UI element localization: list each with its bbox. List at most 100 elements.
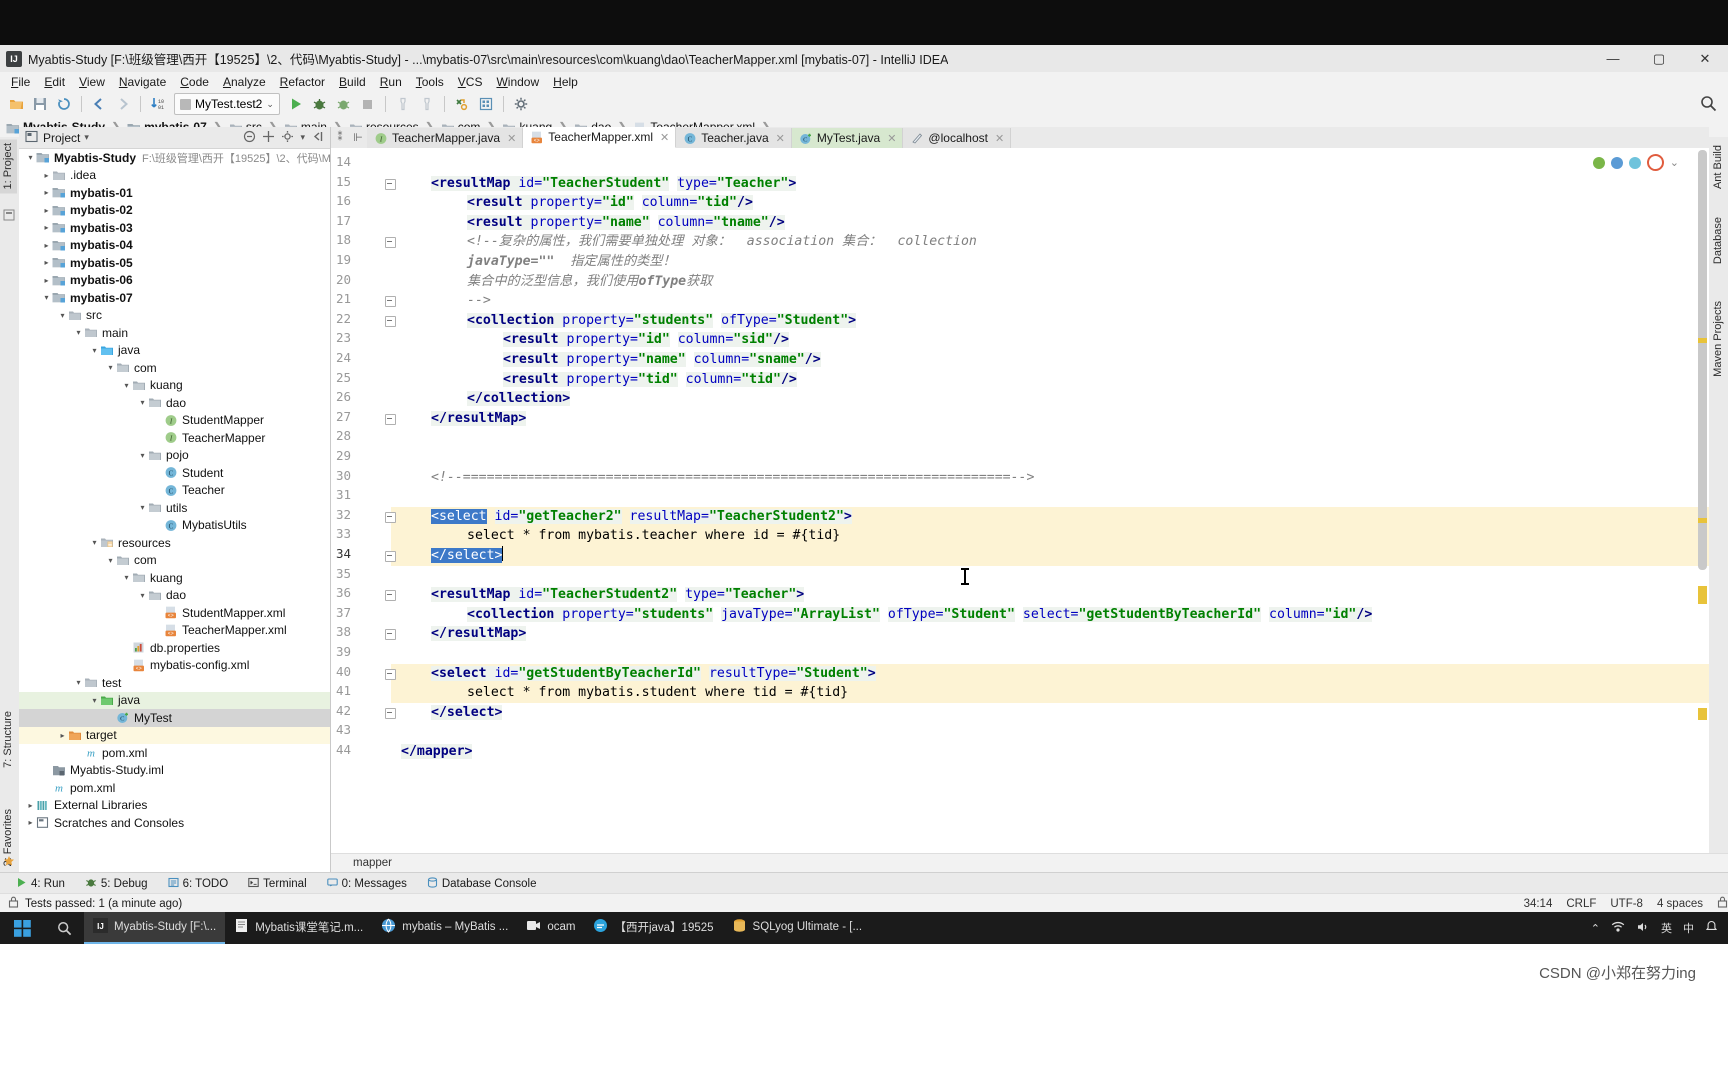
chevron-down-icon[interactable]: ▾ xyxy=(137,450,148,461)
ime-chinese-label[interactable]: 英 xyxy=(1661,920,1672,936)
code-editor[interactable]: 14 15 16 17 18 19 20 21 22 23 24 25 26 27 28 29 30 31 32 33… xyxy=(331,148,1709,854)
close-icon[interactable]: ✕ xyxy=(660,131,669,144)
tree-node-mybatis-07[interactable]: ▾ mybatis-07 xyxy=(19,289,330,307)
code-line[interactable]: <!--复杂的属性，我们需要单独处理 对象： association 集合： c… xyxy=(467,232,977,252)
taskbar-item-sqlyog-ultimate-------[interactable]: SQLyog Ultimate - [... xyxy=(723,912,872,944)
menu-item-view[interactable]: View xyxy=(72,74,112,90)
sidebar-item-project[interactable]: 1: Project xyxy=(0,139,17,194)
taskbar-search-icon[interactable] xyxy=(44,912,84,944)
line-separator[interactable]: CRLF xyxy=(1566,898,1596,910)
menu-item-run[interactable]: Run xyxy=(373,74,409,90)
menu-item-edit[interactable]: Edit xyxy=(37,74,72,90)
forward-icon[interactable] xyxy=(112,93,134,115)
tab-teachermapper-java[interactable]: I TeacherMapper.java ✕ xyxy=(367,128,524,148)
close-icon[interactable]: ✕ xyxy=(776,132,785,145)
tree-node-teachermapper[interactable]: I TeacherMapper xyxy=(19,429,330,447)
tree-node-mybatisutils[interactable]: C MybatisUtils xyxy=(19,517,330,535)
close-icon[interactable]: ✕ xyxy=(995,132,1004,145)
chevron-right-icon[interactable]: ▸ xyxy=(25,800,36,811)
code-line[interactable]: </mapper> xyxy=(401,742,473,762)
tree-node-src[interactable]: ▾ src xyxy=(19,307,330,325)
tree-node-mybatis-06[interactable]: ▸ mybatis-06 xyxy=(19,272,330,290)
search-everywhere-icon[interactable] xyxy=(1700,95,1718,113)
minimize-button[interactable]: — xyxy=(1590,45,1636,72)
code-line[interactable]: javaType="" 指定属性的类型！ xyxy=(467,252,676,272)
code-line[interactable]: <result property="name" column="tname"/> xyxy=(467,213,785,233)
chevron-down-icon[interactable]: ▾ xyxy=(121,380,132,391)
tree-node-student[interactable]: C Student xyxy=(19,464,330,482)
commit-icon[interactable] xyxy=(475,93,497,115)
code-line[interactable]: --> xyxy=(467,291,491,311)
save-all-icon[interactable] xyxy=(29,93,51,115)
editor-scrollbar[interactable] xyxy=(1698,150,1707,834)
tree-node-mytest[interactable]: C MyTest xyxy=(19,709,330,727)
code-line[interactable]: <result property="id" column="tid"/> xyxy=(467,193,753,213)
chevron-right-icon[interactable]: ▸ xyxy=(41,257,52,268)
tree-node-db-properties[interactable]: db.properties xyxy=(19,639,330,657)
tree-node-dao[interactable]: ▾ dao xyxy=(19,587,330,605)
chevron-right-icon[interactable]: ▸ xyxy=(57,730,68,741)
run-with-coverage-icon[interactable] xyxy=(333,93,355,115)
close-button[interactable]: ✕ xyxy=(1682,45,1728,72)
code-line[interactable]: <select id="getTeacher2" resultMap="Teac… xyxy=(431,507,852,527)
tree-node-dao[interactable]: ▾ dao xyxy=(19,394,330,412)
maximize-button[interactable]: ▢ xyxy=(1636,45,1682,72)
tool-window-5--debug[interactable]: 5: Debug xyxy=(75,873,158,894)
caret-position[interactable]: 34:14 xyxy=(1524,898,1553,910)
tree-node-myabtis-study-iml[interactable]: Myabtis-Study.iml xyxy=(19,762,330,780)
scrollbar-thumb[interactable] xyxy=(1698,150,1707,570)
tree-node-mybatis-02[interactable]: ▸ mybatis-02 xyxy=(19,202,330,220)
tree-node-pojo[interactable]: ▾ pojo xyxy=(19,447,330,465)
chevron-down-small-icon[interactable]: ▾ xyxy=(300,132,305,143)
menu-item-refactor[interactable]: Refactor xyxy=(273,74,332,90)
tree-node--idea[interactable]: ▸ .idea xyxy=(19,167,330,185)
back-icon[interactable] xyxy=(88,93,110,115)
chevron-right-icon[interactable]: ▸ xyxy=(41,205,52,216)
notifications-icon[interactable] xyxy=(1705,920,1718,936)
code-line[interactable]: <collection property="students" ofType="… xyxy=(467,311,857,331)
menu-item-window[interactable]: Window xyxy=(489,74,546,90)
profile-icon[interactable] xyxy=(392,93,414,115)
chevron-down-icon[interactable]: ▾ xyxy=(89,537,100,548)
close-icon[interactable]: ✕ xyxy=(887,132,896,145)
taskbar-item--西开java-19525[interactable]: 【西开java】19525 xyxy=(584,912,722,944)
tree-node-utils[interactable]: ▾ utils xyxy=(19,499,330,517)
chevron-down-icon[interactable]: ▾ xyxy=(84,132,89,143)
menu-item-navigate[interactable]: Navigate xyxy=(112,74,173,90)
tree-node-mybatis-config-xml[interactable]: <> mybatis-config.xml xyxy=(19,657,330,675)
chevron-down-icon[interactable]: ▾ xyxy=(73,677,84,688)
tree-node-mybatis-04[interactable]: ▸ mybatis-04 xyxy=(19,237,330,255)
tree-node-target[interactable]: ▸ target xyxy=(19,726,330,744)
editor-gutter[interactable]: 14 15 16 17 18 19 20 21 22 23 24 25 26 27 28 29 30 31 32 33… xyxy=(331,148,396,854)
stop-icon[interactable] xyxy=(357,93,379,115)
chevron-down-icon[interactable]: ▾ xyxy=(137,397,148,408)
tree-node-java[interactable]: ▾ java xyxy=(19,342,330,360)
menu-item-analyze[interactable]: Analyze xyxy=(216,74,273,90)
tool-window-terminal[interactable]: Terminal xyxy=(238,873,316,894)
code-content[interactable]: <resultMap id="TeacherStudent" type="Tea… xyxy=(391,148,1709,854)
chevron-down-icon[interactable]: ▾ xyxy=(73,327,84,338)
start-button-icon[interactable] xyxy=(0,912,44,944)
sync-icon[interactable] xyxy=(53,93,75,115)
tree-node-java[interactable]: ▾ java xyxy=(19,691,330,709)
chevron-down-icon[interactable]: ▾ xyxy=(137,502,148,513)
code-line[interactable]: </collection> xyxy=(467,389,571,409)
project-settings-icon[interactable] xyxy=(281,130,294,146)
tree-node-kuang[interactable]: ▾ kuang xyxy=(19,569,330,587)
menu-item-file[interactable]: File xyxy=(4,74,37,90)
chevron-down-icon[interactable]: ▾ xyxy=(41,292,52,303)
tool-window-6--todo[interactable]: 6: TODO xyxy=(158,873,239,894)
chevron-down-icon[interactable]: ▾ xyxy=(105,362,116,373)
hide-panel-icon[interactable] xyxy=(311,130,324,146)
chevron-down-icon[interactable]: ▾ xyxy=(57,310,68,321)
chevron-down-icon[interactable]: ▾ xyxy=(89,345,100,356)
ime-indicator[interactable]: 中 xyxy=(1683,920,1694,936)
menu-item-code[interactable]: Code xyxy=(173,74,216,90)
tree-node-studentmapper-xml[interactable]: <> StudentMapper.xml xyxy=(19,604,330,622)
tab-mytest-java[interactable]: C MyTest.java ✕ xyxy=(791,128,904,148)
debug-icon[interactable] xyxy=(309,93,331,115)
tree-node-scratches-and-consoles[interactable]: ▸ Scratches and Consoles xyxy=(19,814,330,832)
close-icon[interactable]: ✕ xyxy=(507,132,516,145)
code-line[interactable]: <resultMap id="TeacherStudent" type="Tea… xyxy=(431,174,797,194)
code-line[interactable]: <collection property="students" javaType… xyxy=(467,605,1373,625)
